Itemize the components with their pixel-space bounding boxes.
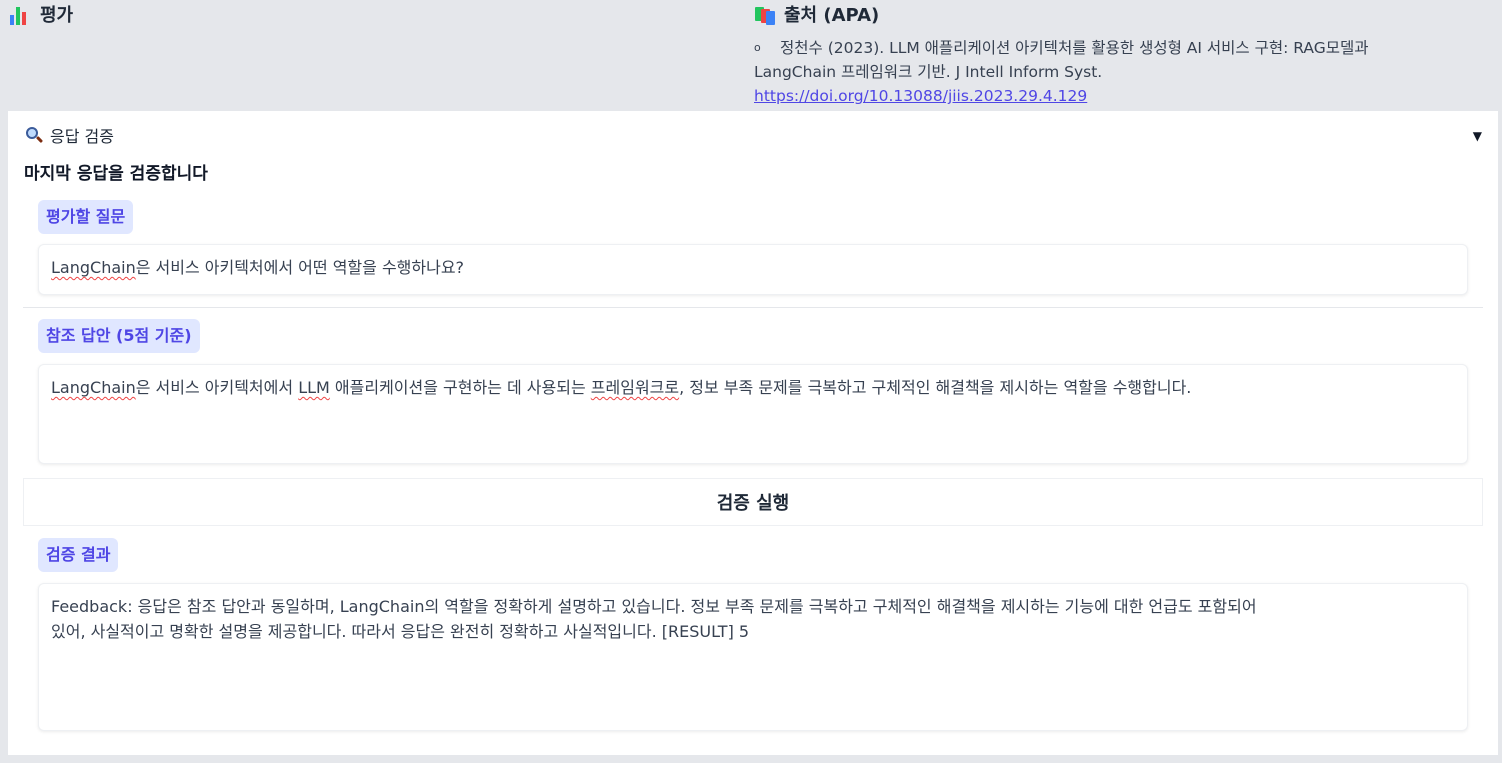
chart-bar-blue	[10, 15, 14, 25]
divider	[23, 307, 1483, 308]
accordion-header[interactable]: 응답 검증	[24, 123, 114, 147]
evaluation-section: 평가	[10, 2, 73, 26]
books-icon	[754, 3, 776, 25]
collapse-caret-icon[interactable]: ▼	[1473, 129, 1482, 143]
reference-text-part: 애플리케이션을 구현하는 데 사용되는	[329, 378, 591, 397]
question-text: 은 서비스 아키텍처에서 어떤 역할을 수행하나요?	[135, 258, 465, 277]
source-citation: o 정천수 (2023). LLM 애플리케이션 아키텍처를 활용한 생성형 A…	[754, 36, 1494, 108]
list-bullet: o	[754, 41, 761, 54]
reference-label: 참조 답안 (5점 기준)	[38, 319, 200, 353]
citation-line-1: 정천수 (2023). LLM 애플리케이션 아키텍처를 활용한 생성형 AI …	[780, 39, 1369, 57]
result-label: 검증 결과	[38, 538, 119, 572]
run-verification-button[interactable]: 검증 실행	[23, 478, 1483, 526]
citation-line-2: LangChain 프레임워크 기반. J Intell Inform Syst…	[754, 63, 1103, 81]
spellcheck-word: LLM	[298, 378, 330, 397]
reference-textbox[interactable]: LangChain은 서비스 아키텍처에서 LLM 애플리케이션을 구현하는 데…	[38, 364, 1468, 464]
accordion-title: 응답 검증	[50, 127, 114, 146]
question-label: 평가할 질문	[38, 200, 134, 234]
result-line-2: 있어, 사실적이고 명확한 설명을 제공합니다. 따라서 응답은 완전히 정확하…	[51, 622, 750, 641]
magnifier-icon	[24, 125, 44, 145]
bar-chart-icon	[10, 3, 32, 25]
chart-bar-red	[22, 12, 26, 25]
source-heading: 출처 (APA)	[754, 2, 1494, 26]
verify-panel: 응답 검증 ▼ 마지막 응답을 검증합니다 평가할 질문 LangChain은 …	[8, 111, 1498, 755]
source-list: o 정천수 (2023). LLM 애플리케이션 아키텍처를 활용한 생성형 A…	[754, 36, 1494, 108]
spellcheck-word: LangChain	[51, 258, 136, 277]
reference-text-part: 은 서비스 아키텍처에서	[135, 378, 299, 397]
spellcheck-word: LangChain	[51, 378, 136, 397]
source-section: 출처 (APA) o 정천수 (2023). LLM 애플리케이션 아키텍처를 …	[754, 2, 1494, 108]
chart-bar-green	[16, 7, 20, 25]
result-line-1: Feedback: 응답은 참조 답안과 동일하며, LangChain의 역할…	[51, 597, 1257, 616]
evaluation-heading: 평가	[10, 2, 73, 26]
evaluation-heading-label: 평가	[40, 5, 74, 26]
book-blue	[766, 11, 775, 25]
panel-title: 마지막 응답을 검증합니다	[24, 164, 208, 184]
source-heading-label: 출처 (APA)	[784, 5, 880, 26]
reference-text-part: , 정보 부족 문제를 극복하고 구체적인 해결책을 제시하는 역할을 수행합니…	[679, 378, 1192, 397]
magnifier-handle	[35, 135, 44, 144]
result-textbox[interactable]: Feedback: 응답은 참조 답안과 동일하며, LangChain의 역할…	[38, 583, 1468, 731]
question-textbox[interactable]: LangChain은 서비스 아키텍처에서 어떤 역할을 수행하나요?	[38, 244, 1468, 295]
top-info-area: 평가 출처 (APA) o 정천수 (2023). LLM 애플리케이션 아키텍…	[0, 0, 1502, 111]
doi-link[interactable]: https://doi.org/10.13088/jiis.2023.29.4.…	[754, 84, 1494, 108]
spellcheck-word: 프레임워크로	[590, 378, 680, 397]
